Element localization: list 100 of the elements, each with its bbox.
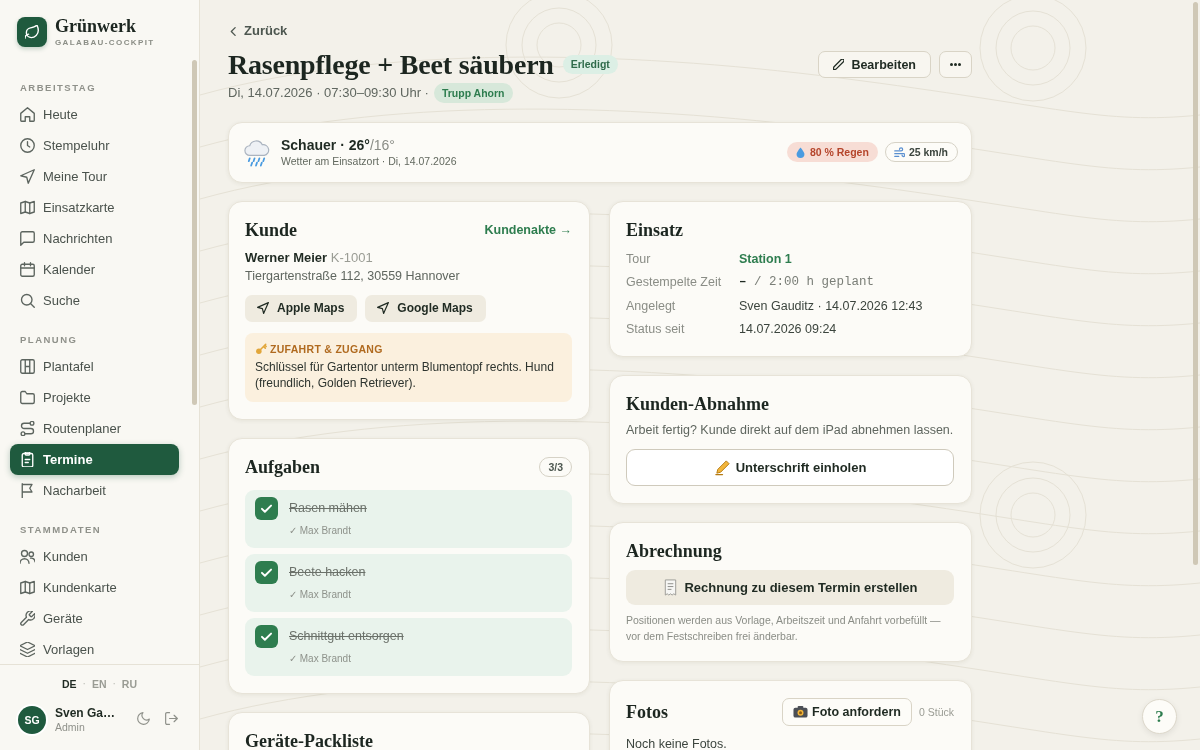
detail-value: Sven Gauditz · 14.07.2026 12:43	[739, 297, 924, 315]
create-invoice-button[interactable]: Rechnung zu diesem Termin erstellen	[626, 569, 954, 605]
user-role: Admin	[55, 721, 86, 734]
route-icon	[20, 421, 35, 436]
users-icon	[20, 549, 35, 564]
billing-note: Positionen werden aus Vorlage, Arbeitszeit und Anfahrt vorbefüllt — vor dem Festschreiben frei änderbar.	[626, 612, 942, 644]
nav-item[interactable]: Kunden	[10, 541, 179, 572]
maps-button[interactable]: Apple Maps	[245, 294, 358, 322]
empty-state-text: Noch keine Fotos.	[626, 735, 728, 750]
language-option[interactable]: DE	[61, 677, 77, 691]
page-title: Rasenpflege + Beet säubern	[228, 50, 554, 79]
section-heading: PLANUNG	[19, 332, 79, 347]
checkbox[interactable]	[255, 496, 278, 520]
card-title: Aufgaben	[245, 456, 320, 477]
task-label: Beete hacken	[289, 563, 366, 581]
theme-toggle-button[interactable]	[137, 712, 153, 728]
separator-dot: ·	[82, 677, 86, 691]
clipboard-icon	[20, 452, 35, 467]
status-badge: Erledigt	[562, 55, 618, 74]
nav-item[interactable]: Heute	[10, 99, 179, 130]
card-title: Abrechnung	[626, 540, 722, 561]
task-item[interactable]: Beete hacken ✓ Max Brandt	[245, 553, 572, 612]
low-temperature: /16°	[369, 136, 395, 153]
user-name: Sven Ga…	[55, 706, 117, 721]
nav-item[interactable]: Plantafel	[10, 351, 179, 382]
detail-label: Gestempelte Zeit	[626, 274, 723, 292]
access-text: Schlüssel für Gartentor unterm Blumentopf rechts. Hund (freundlich, Golden Retriever).	[255, 358, 555, 392]
request-photo-button[interactable]: Foto anfordern	[782, 697, 912, 726]
task-completed-by: ✓ Max Brandt	[289, 651, 352, 666]
logo-leaf-icon	[17, 17, 47, 47]
user-avatar: SG	[18, 706, 46, 734]
folder-icon	[20, 390, 35, 405]
task-item[interactable]: Schnittgut entsorgen ✓ Max Brandt	[245, 617, 572, 676]
card-title: Fotos	[626, 701, 669, 722]
task-label: Schnittgut entsorgen	[289, 627, 404, 645]
camera-icon	[793, 704, 809, 720]
nav-item[interactable]: Suche	[10, 285, 179, 316]
detail-value: – / 2:00 h geplant	[739, 274, 876, 292]
card-title: Geräte-Packliste	[245, 730, 373, 750]
logout-button[interactable]	[165, 712, 181, 728]
customer-address: Tiergartenstraße 112, 30559 Hannover	[245, 267, 461, 285]
wrench-icon	[20, 611, 35, 626]
nav-item[interactable]: Einsatzkarte	[10, 192, 179, 223]
nav-item[interactable]: Nachrichten	[10, 223, 179, 254]
back-link[interactable]: Zurück	[228, 22, 288, 40]
nav-item[interactable]: Vorlagen	[10, 634, 179, 664]
board-icon	[20, 359, 35, 374]
section-heading: ARBEITSTAG	[19, 80, 98, 95]
search-icon	[20, 293, 35, 308]
nav-item[interactable]: Nacharbeit	[10, 475, 179, 506]
nav-item[interactable]: Projekte	[10, 382, 179, 413]
navigation-arrow-icon	[257, 302, 269, 314]
nav-item[interactable]: Stempeluhr	[10, 130, 179, 161]
wind-icon	[893, 146, 905, 158]
signature-button[interactable]: Unterschrift einholen	[626, 448, 954, 486]
chat-bubble-icon	[20, 231, 35, 246]
task-completed-by: ✓ Max Brandt	[289, 587, 352, 602]
card-title: Kunden-Abnahme	[626, 393, 770, 414]
edit-button[interactable]: Bearbeiten	[818, 51, 931, 78]
more-icon	[950, 63, 961, 66]
weather-caption: Wetter am Einsatzort · Di, 14.07.2026	[281, 153, 458, 168]
separator-dot: ·	[112, 677, 116, 691]
weather-condition: Schauer · 26°	[281, 136, 370, 153]
nav-item[interactable]: Geräte	[10, 603, 179, 634]
pen-icon	[713, 458, 731, 476]
scrollbar-thumb[interactable]	[1193, 2, 1198, 565]
card-title: Kunde	[245, 219, 298, 240]
nav-item[interactable]: Routenplaner	[10, 413, 179, 444]
customer-number: K-1001	[330, 249, 373, 265]
calendar-icon	[20, 262, 35, 277]
nav-item[interactable]: Meine Tour	[10, 161, 179, 192]
checkbox[interactable]	[255, 560, 278, 584]
layers-icon	[20, 642, 35, 657]
maps-button[interactable]: Google Maps	[365, 294, 486, 322]
help-button[interactable]: ?	[1142, 699, 1177, 734]
navigation-arrow-icon	[377, 302, 390, 314]
nav-item[interactable]: Termine	[10, 444, 179, 475]
clock-icon	[20, 138, 35, 153]
customer-name: Werner Meier	[245, 249, 328, 265]
task-item[interactable]: Rasen mähen ✓ Max Brandt	[245, 489, 572, 548]
moon-icon	[137, 712, 150, 725]
detail-label: Angelegt	[626, 297, 677, 315]
customer-file-link[interactable]: Kundenakte →	[484, 222, 572, 237]
nav-item[interactable]: Kalender	[10, 254, 179, 285]
more-button[interactable]	[939, 51, 972, 78]
rain-chance-badge: 80 % Regen	[786, 142, 878, 162]
appointment-time: Di, 14.07.2026 · 07:30–09:30 Uhr ·	[228, 85, 429, 100]
detail-value: 14.07.2026 09:24	[739, 321, 838, 339]
rain-cloud-icon	[242, 137, 271, 167]
acceptance-text: Arbeit fertig? Kunde direkt auf dem iPad abnehmen lassen.	[626, 421, 954, 439]
tour-link[interactable]: Station 1	[739, 248, 954, 272]
pencil-icon	[833, 59, 845, 70]
navigation-arrow-icon	[20, 169, 35, 184]
map-icon	[20, 580, 35, 595]
scrollbar-thumb[interactable]	[192, 60, 197, 405]
nav-item[interactable]: Kundenkarte	[10, 572, 179, 603]
checkbox[interactable]	[255, 624, 278, 648]
logout-icon	[165, 712, 178, 725]
flag-icon	[20, 483, 35, 498]
chevron-left-icon	[228, 25, 239, 37]
